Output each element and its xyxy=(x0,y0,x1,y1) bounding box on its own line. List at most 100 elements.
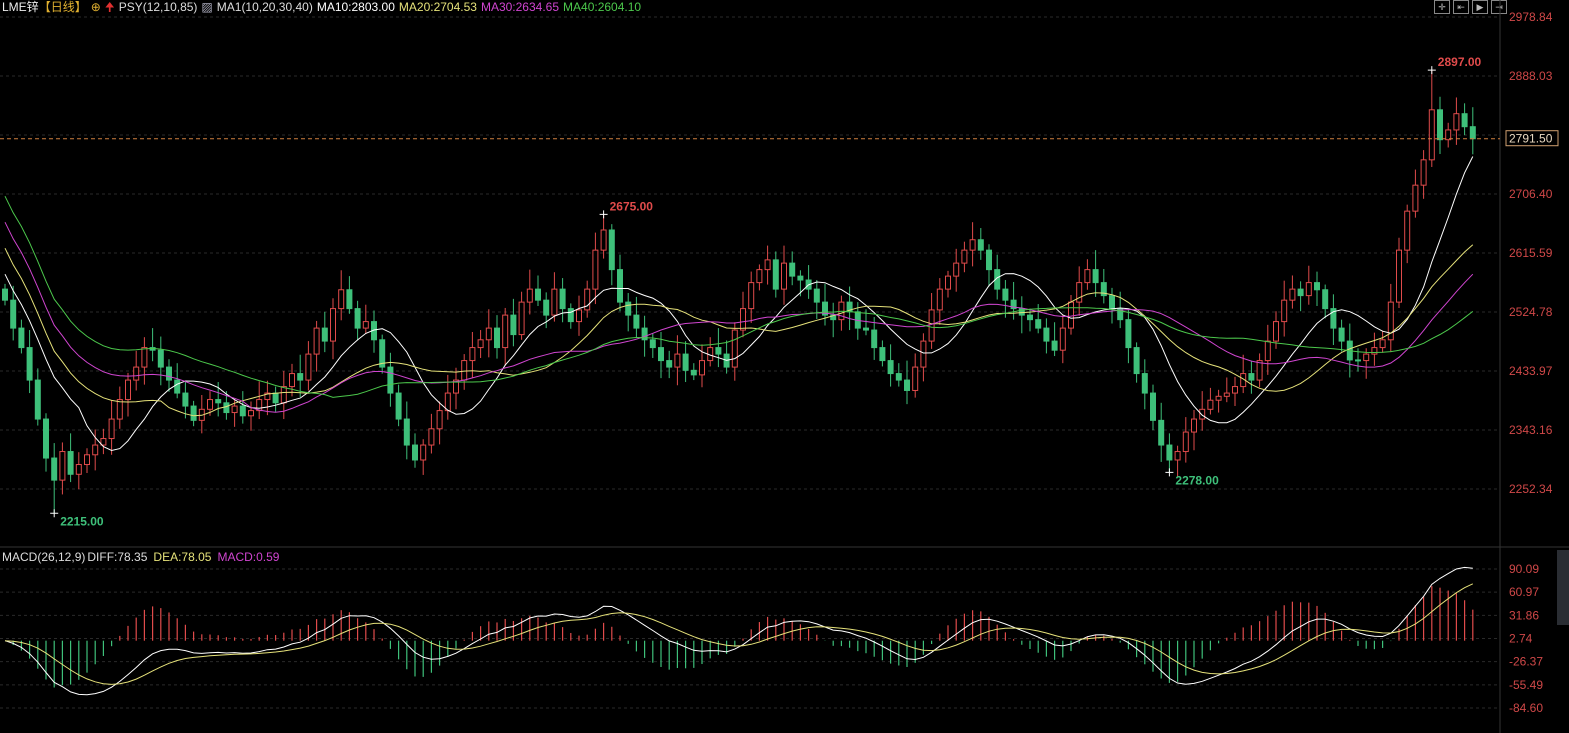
candle-up xyxy=(1059,327,1066,351)
candle-up xyxy=(1068,301,1074,329)
candle-down xyxy=(354,308,361,329)
candle-down xyxy=(625,301,632,316)
candle-up xyxy=(1453,113,1460,131)
candle-down xyxy=(510,314,517,336)
candle-down xyxy=(403,418,410,446)
candle-down xyxy=(1051,340,1058,351)
candle-down xyxy=(297,373,304,381)
candle-up xyxy=(1273,321,1279,342)
candle-down xyxy=(715,347,722,355)
candle-down xyxy=(190,405,197,421)
scrollbar[interactable] xyxy=(1557,550,1569,625)
candle-up xyxy=(731,329,738,368)
ma40-line xyxy=(4,195,1474,398)
candle-down xyxy=(813,288,820,303)
price-tick-label: 2433.97 xyxy=(1509,364,1553,378)
macd-diff: DIFF:78.35 xyxy=(87,550,148,564)
candle-down xyxy=(1338,327,1345,342)
candle-up xyxy=(920,340,927,368)
candle-down xyxy=(1109,295,1115,310)
price-tick-label: 2252.34 xyxy=(1509,482,1553,496)
candle-up xyxy=(231,405,238,414)
candle-down xyxy=(395,392,402,420)
candle-up xyxy=(1371,347,1378,355)
candle-down xyxy=(608,229,615,271)
candle-down xyxy=(34,379,41,420)
macd-name[interactable]: MACD(26,12,9) xyxy=(2,550,85,564)
candle-down xyxy=(182,392,189,407)
candle-down xyxy=(1002,288,1009,301)
high-price-label: 2675.00 xyxy=(610,199,654,213)
candle-down xyxy=(1133,347,1140,375)
candle-up xyxy=(248,410,254,417)
candle-up xyxy=(961,249,968,264)
candle-up xyxy=(141,347,148,368)
candle-down xyxy=(1248,373,1255,381)
ma20-line xyxy=(4,244,1474,417)
candle-down xyxy=(346,289,353,310)
candle-down xyxy=(567,308,574,323)
candle-down xyxy=(387,366,394,394)
candle-down xyxy=(43,418,49,459)
candle-up xyxy=(764,259,771,271)
candle-down xyxy=(658,347,664,362)
candle-up xyxy=(969,239,976,251)
price-tick-label: 2615.59 xyxy=(1509,246,1553,260)
candle-down xyxy=(1141,373,1148,394)
candle-down xyxy=(239,405,246,417)
candle-up xyxy=(1363,353,1370,362)
macd-value: MACD:0.59 xyxy=(217,550,280,564)
high-price-label: 2897.00 xyxy=(1438,55,1482,69)
macd-tick-label: -55.49 xyxy=(1509,678,1543,692)
candle-down xyxy=(215,399,222,404)
candle-down xyxy=(543,299,550,316)
candle-down xyxy=(2,288,8,301)
candle-up xyxy=(461,360,468,381)
candle-up xyxy=(1223,392,1230,397)
extreme-marker xyxy=(1427,66,1436,75)
candle-up xyxy=(1232,386,1238,394)
candle-down xyxy=(682,353,689,371)
candle-down xyxy=(871,329,878,349)
candle-down xyxy=(986,249,992,271)
candle-up xyxy=(699,360,705,376)
candle-up xyxy=(207,399,213,410)
candle-up xyxy=(1199,408,1206,420)
macd-header: MACD(26,12,9) DIFF:78.35 DEA:78.05 MACD:0.5… xyxy=(2,550,285,565)
candle-up xyxy=(1289,288,1296,301)
candle-up xyxy=(781,262,787,290)
candle-down xyxy=(1027,314,1033,321)
extreme-marker xyxy=(599,210,608,219)
candle-up xyxy=(1420,159,1427,186)
low-price-label: 2215.00 xyxy=(60,514,104,528)
candle-up xyxy=(338,289,345,310)
macd-tick-label: -84.60 xyxy=(1509,701,1543,715)
candle-up xyxy=(256,399,263,412)
candle-up xyxy=(469,347,476,362)
candle-down xyxy=(977,239,984,251)
candle-down xyxy=(1150,392,1156,421)
ma30-line xyxy=(4,221,1474,413)
candle-down xyxy=(26,347,33,381)
candle-down xyxy=(412,444,418,461)
price-tick-label: 2524.78 xyxy=(1509,305,1553,319)
candle-down xyxy=(174,379,181,394)
candle-down xyxy=(272,392,279,404)
candle-up xyxy=(502,314,509,349)
candle-down xyxy=(690,369,697,376)
candle-up xyxy=(912,366,919,391)
candle-up xyxy=(576,309,582,323)
candlestick-chart[interactable]: 2978.842888.032797.222706.402615.592524.… xyxy=(0,0,1569,733)
candle-up xyxy=(1207,399,1214,410)
candle-down xyxy=(1158,419,1165,446)
candle-up xyxy=(592,249,599,290)
candle-up xyxy=(756,269,763,284)
candle-up xyxy=(133,366,140,381)
macd-tick-label: -26.37 xyxy=(1509,655,1543,669)
candle-down xyxy=(18,327,25,349)
candle-up xyxy=(485,327,492,341)
candle-down xyxy=(51,457,58,481)
candle-down xyxy=(666,360,673,368)
candle-down xyxy=(1314,282,1320,291)
candle-down xyxy=(617,269,623,303)
